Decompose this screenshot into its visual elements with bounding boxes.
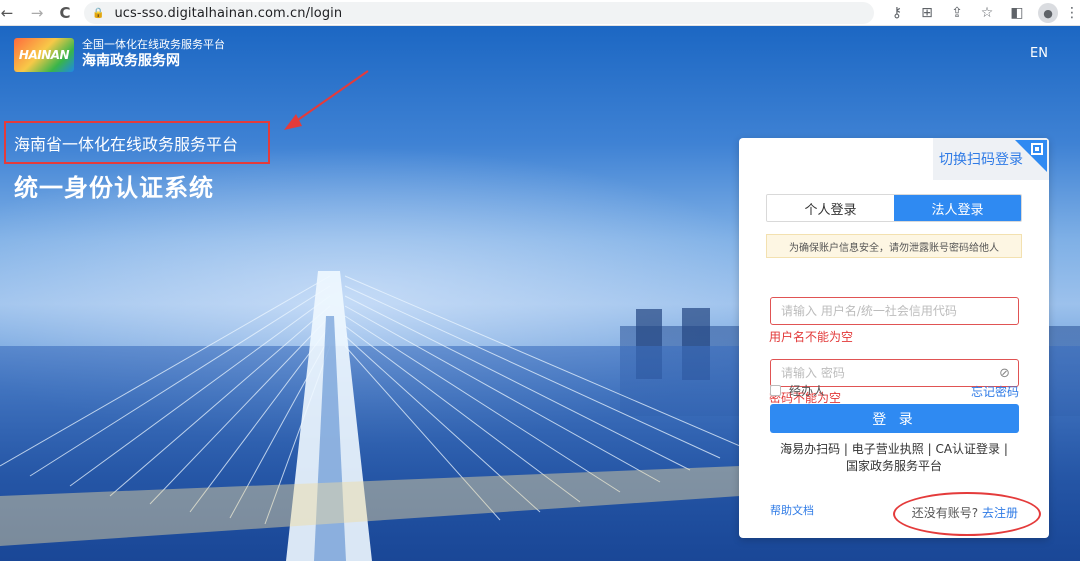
- alternative-logins: 海易办扫码 | 电子营业执照 | CA认证登录 | 国家政务服务平台: [759, 441, 1029, 475]
- brand-subtitle: 全国一体化在线政务服务平台: [82, 38, 225, 51]
- qr-switch-label: 切换扫码登录: [939, 152, 1023, 168]
- tab-personal-login[interactable]: 个人登录: [767, 195, 894, 221]
- qr-code-icon[interactable]: [1015, 140, 1047, 172]
- reload-button[interactable]: C: [54, 2, 76, 24]
- forgot-password-link[interactable]: 忘记密码: [971, 383, 1019, 400]
- share-icon[interactable]: ⇪: [942, 5, 972, 21]
- platform-highlight-box: 海南省一体化在线政务服务平台: [4, 121, 270, 164]
- forward-button[interactable]: →: [26, 2, 48, 24]
- translate-icon[interactable]: ⊞: [912, 5, 942, 21]
- menu-icon[interactable]: ⋮: [1064, 5, 1080, 21]
- login-page: HAINAN 全国一体化在线政务服务平台 海南政务服务网 EN 海南省一体化在线…: [0, 26, 1080, 561]
- address-bar[interactable]: 🔒 ucs-sso.digitalhainan.com.cn/login: [84, 2, 874, 24]
- login-button[interactable]: 登 录: [770, 404, 1019, 433]
- browser-actions: ⚷ ⊞ ⇪ ☆ ◧ ● ⋮: [882, 0, 1080, 26]
- security-notice: 为确保账户信息安全，请勿泄露账号密码给他人: [766, 234, 1022, 258]
- password-input[interactable]: [781, 366, 991, 380]
- hide-password-icon[interactable]: ⊘: [999, 366, 1010, 381]
- platform-title: 海南省一体化在线政务服务平台: [14, 134, 239, 154]
- star-icon[interactable]: ☆: [972, 5, 1002, 21]
- register-highlight-ring: [893, 492, 1041, 536]
- system-title: 统一身份认证系统: [14, 174, 214, 202]
- tab-legal-person-login[interactable]: 法人登录: [894, 195, 1021, 221]
- url-text: ucs-sso.digitalhainan.com.cn/login: [114, 5, 343, 21]
- username-input[interactable]: [781, 304, 991, 318]
- profile-avatar-icon[interactable]: ●: [1038, 3, 1058, 23]
- login-type-tabs: 个人登录 法人登录: [766, 194, 1022, 222]
- back-button[interactable]: ←: [0, 2, 18, 24]
- username-field[interactable]: [770, 297, 1019, 325]
- alt-login-links[interactable]: 海易办扫码 | 电子营业执照 | CA认证登录 |: [759, 441, 1029, 458]
- agent-checkbox[interactable]: [770, 385, 781, 396]
- agent-checkbox-row[interactable]: 经办人: [770, 382, 825, 399]
- agent-label: 经办人: [789, 384, 826, 398]
- browser-toolbar: ← → C 🔒 ucs-sso.digitalhainan.com.cn/log…: [0, 0, 1080, 26]
- hainan-logo: HAINAN: [14, 38, 74, 72]
- login-card: 切换扫码登录 个人登录 法人登录 为确保账户信息安全，请勿泄露账号密码给他人 用…: [739, 138, 1049, 538]
- brand-title: 海南政务服务网: [82, 53, 180, 69]
- lock-icon: 🔒: [92, 7, 105, 19]
- sidebar-icon[interactable]: ◧: [1002, 5, 1032, 21]
- language-switch[interactable]: EN: [1030, 46, 1048, 61]
- help-docs-link[interactable]: 帮助文档: [770, 502, 814, 518]
- username-error: 用户名不能为空: [769, 330, 854, 344]
- key-icon[interactable]: ⚷: [882, 5, 912, 21]
- national-platform-link[interactable]: 国家政务服务平台: [759, 458, 1029, 475]
- site-brand[interactable]: HAINAN 全国一体化在线政务服务平台 海南政务服务网: [14, 38, 225, 72]
- bridge-illustration: [0, 271, 740, 561]
